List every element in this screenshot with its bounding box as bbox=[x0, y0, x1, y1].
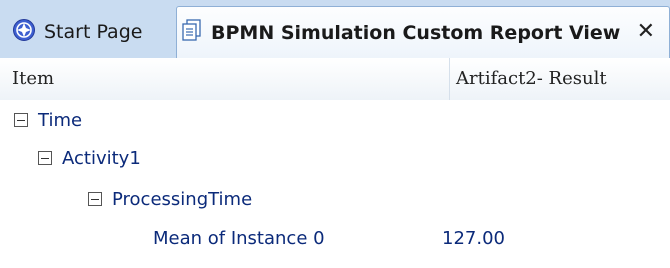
tree-leaf-value: 127.00 bbox=[442, 228, 505, 249]
tab-bpmn-simulation-report[interactable]: BPMN Simulation Custom Report View ✕ bbox=[176, 6, 670, 58]
tab-start-page-label: Start Page bbox=[44, 21, 143, 43]
column-header-result[interactable]: Artifact2- Result bbox=[449, 58, 670, 100]
report-tree: Time Activity1 ProcessingTime Mean of In… bbox=[0, 100, 670, 268]
tree-node-label: Time bbox=[38, 109, 83, 131]
tree-node-time[interactable]: Time bbox=[14, 102, 82, 138]
tree-node-label: ProcessingTime bbox=[112, 188, 253, 210]
column-header-item[interactable]: Item bbox=[12, 58, 54, 100]
tab-report-label: BPMN Simulation Custom Report View bbox=[211, 21, 621, 44]
column-header-row: Item Artifact2- Result bbox=[0, 58, 670, 101]
tree-node-label: Activity1 bbox=[62, 147, 141, 169]
tree-node-processing-time[interactable]: ProcessingTime bbox=[88, 181, 252, 217]
collapse-toggle-icon[interactable] bbox=[38, 151, 52, 165]
start-page-icon bbox=[12, 18, 36, 47]
tab-start-page[interactable]: Start Page bbox=[10, 6, 172, 58]
tree-leaf-row[interactable]: Mean of Instance 0 127.00 bbox=[0, 221, 670, 257]
document-tab-bar: Start Page BPMN Simulation Custom Report… bbox=[0, 0, 670, 59]
collapse-toggle-icon[interactable] bbox=[88, 192, 102, 206]
tree-leaf-label: Mean of Instance 0 bbox=[153, 228, 325, 249]
report-document-icon bbox=[181, 18, 203, 47]
close-tab-icon[interactable]: ✕ bbox=[637, 19, 655, 44]
tree-node-activity[interactable]: Activity1 bbox=[38, 140, 141, 176]
collapse-toggle-icon[interactable] bbox=[14, 113, 28, 127]
